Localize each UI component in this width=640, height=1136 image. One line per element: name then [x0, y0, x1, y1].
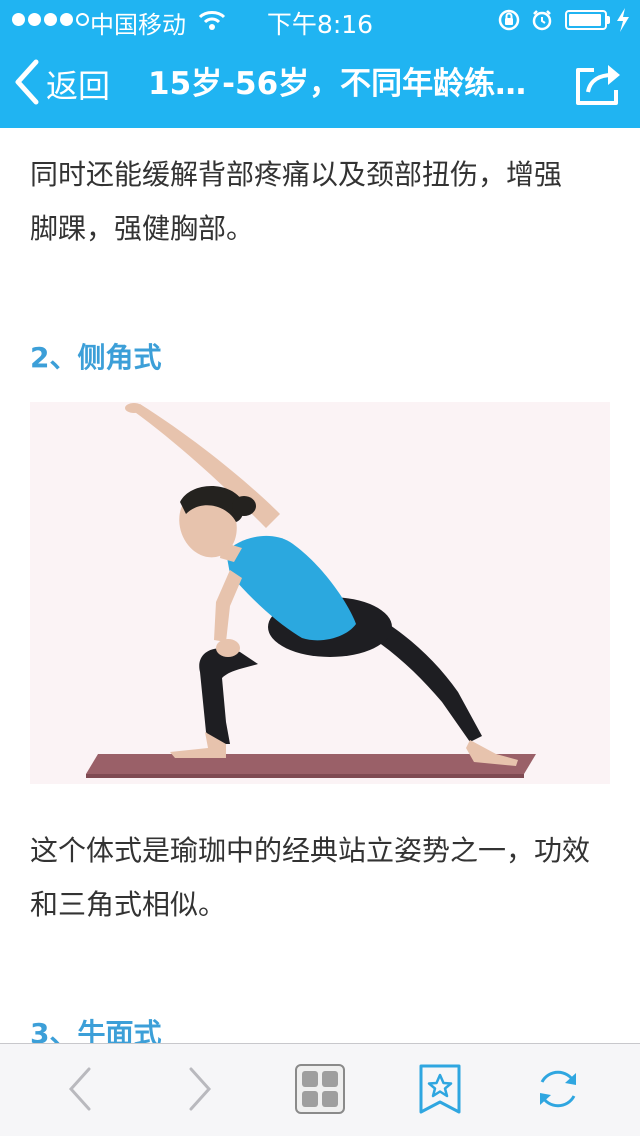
share-icon — [574, 65, 622, 110]
battery-tip — [607, 16, 610, 24]
page-title: 15岁-56岁，不同年龄练… — [148, 66, 527, 102]
section-heading-side-angle: 2、侧角式 — [30, 341, 162, 374]
browser-forward-button[interactable] — [160, 1044, 240, 1136]
browser-screen: 同时还能缓解背部疼痛以及颈部扭伤，增强 脚踝，强健胸部。 2、侧角式 这个体式是… — [0, 0, 640, 1136]
back-button[interactable]: 返回 — [14, 40, 110, 128]
back-button-label: 返回 — [46, 67, 111, 105]
rotation-lock-icon — [497, 8, 521, 38]
share-button[interactable] — [574, 62, 622, 110]
navigation-bar: 返回 15岁-56岁，不同年龄练… — [0, 40, 640, 128]
bookmark-star-icon — [418, 1063, 462, 1119]
tabs-icon — [295, 1063, 345, 1118]
alarm-icon — [530, 8, 554, 38]
battery-level — [569, 14, 602, 26]
top-bar: 中国移动 下午8:16 返回 15岁-56岁，不同年龄练… — [0, 0, 640, 128]
yoga-side-angle-photo — [30, 402, 610, 784]
bottom-toolbar — [0, 1043, 640, 1136]
paragraph-line: 脚踝，强健胸部。 — [30, 212, 255, 245]
paragraph-line: 同时还能缓解背部疼痛以及颈部扭伤，增强 — [30, 158, 563, 191]
refresh-icon — [534, 1065, 582, 1117]
status-bar: 中国移动 下午8:16 — [0, 0, 640, 40]
back-arrow-icon — [67, 1066, 93, 1116]
article-content[interactable]: 同时还能缓解背部疼痛以及颈部扭伤，增强 脚踝，强健胸部。 2、侧角式 这个体式是… — [0, 0, 640, 1136]
refresh-button[interactable] — [518, 1044, 598, 1136]
forward-arrow-icon — [187, 1066, 213, 1116]
article-paragraph-intro: 同时还能缓解背部疼痛以及颈部扭伤，增强 脚踝，强健胸部。 — [30, 148, 610, 256]
charging-bolt-icon — [616, 8, 630, 38]
article-paragraph-side-angle: 这个体式是瑜珈中的经典站立姿势之一，功效和三角式相似。 — [30, 834, 591, 921]
browser-back-button[interactable] — [40, 1044, 120, 1136]
chevron-left-icon — [14, 59, 40, 109]
bookmarks-button[interactable] — [400, 1044, 480, 1136]
tabs-button[interactable] — [280, 1044, 360, 1136]
battery-icon — [565, 10, 607, 30]
